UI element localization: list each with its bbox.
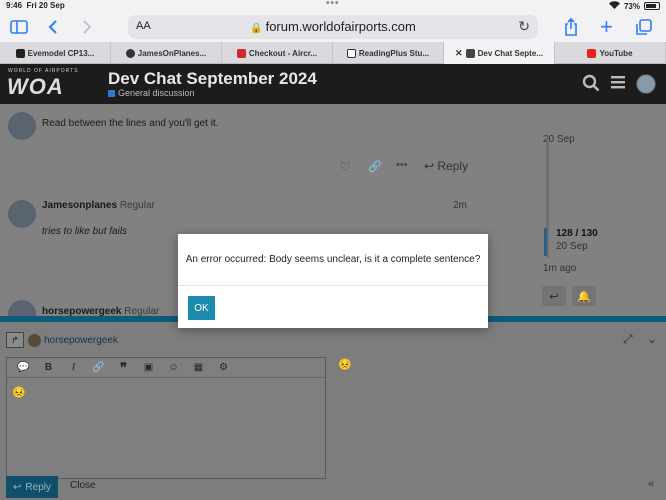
tab-bar: Evemodel CP13... JamesOnPlanes... Checko… [0, 42, 666, 64]
error-dialog: An error occurred: Body seems unclear, i… [178, 234, 488, 328]
new-tab-icon[interactable]: + [600, 14, 613, 39]
avatar[interactable] [8, 200, 36, 228]
reply-action-icon[interactable]: ↱ [6, 332, 24, 348]
site-header: WORLD OF AIRPORTS WOA Dev Chat September… [0, 64, 666, 104]
image-icon[interactable]: ▣ [136, 358, 161, 378]
reply-to-avatar [28, 334, 41, 347]
editor: 💬 B I 🔗 ❞ ▣ ☺ ▦ ⚙ 😣 [6, 357, 326, 479]
link-icon[interactable]: 🔗 [86, 358, 111, 378]
user-avatar[interactable] [636, 74, 656, 94]
timeline-last-activity[interactable]: 1m ago [543, 263, 576, 274]
collapse-preview-icon[interactable]: « [648, 478, 654, 490]
bell-icon: 🔔 [577, 290, 591, 303]
timeline-position: 128 / 130 [556, 228, 598, 239]
emoji-icon[interactable]: ☺ [161, 358, 186, 378]
amazon-icon [15, 48, 25, 58]
battery-icon [644, 2, 660, 10]
multitasking-dots-icon[interactable]: ••• [326, 0, 340, 9]
timeline-reply-button[interactable]: ↩ [542, 286, 566, 306]
post-username[interactable]: Jamesonplanes [42, 200, 117, 211]
site-logo[interactable]: WOA [7, 74, 64, 100]
reply-arrow-icon: ↩ [424, 159, 435, 173]
search-icon[interactable] [582, 74, 600, 97]
quote-icon[interactable]: ❞ [111, 358, 136, 378]
post-body: Read between the lines and you'll get it… [42, 118, 219, 129]
submit-reply-button[interactable]: ↩ Reply [6, 476, 58, 498]
tab-dev-chat[interactable]: ✕ Dev Chat Septe... [444, 42, 555, 64]
speech-bubble-icon[interactable]: 💬 [11, 358, 36, 378]
battery-percent: 73% [623, 1, 640, 11]
topic-title[interactable]: Dev Chat September 2024 [108, 69, 317, 89]
browser-toolbar: AA 🔒 forum.worldofairports.com ↻ + [0, 12, 666, 42]
tab-checkout[interactable]: Checkout - Aircr... [222, 42, 333, 64]
status-date: Fri 20 Sep [26, 1, 65, 10]
tab-youtube[interactable]: YouTube [555, 42, 666, 64]
hamburger-menu-icon[interactable] [610, 74, 626, 95]
calendar-icon[interactable]: ▦ [186, 358, 211, 378]
expand-icon[interactable]: ⤢ [623, 332, 633, 347]
status-time: 9:46 [6, 1, 23, 10]
reply-to-username[interactable]: horsepowergeek [44, 335, 118, 346]
category-color-box [108, 89, 115, 97]
post-reply-button[interactable]: ↩ Reply [424, 159, 468, 173]
tab-evemodel[interactable]: Evemodel CP13... [0, 42, 111, 64]
notifications-bell-button[interactable]: 🔔 [572, 286, 596, 306]
lock-icon: 🔒 [250, 23, 263, 34]
italic-icon[interactable]: I [61, 358, 86, 378]
post-user-role: Regular [119, 200, 155, 211]
address-bar[interactable]: AA 🔒 forum.worldofairports.com ↻ [128, 15, 538, 39]
post-body: tries to like but fails [42, 226, 128, 237]
readingplus-icon [346, 48, 356, 58]
error-message: An error occurred: Body seems unclear, i… [178, 234, 488, 286]
forward-icon[interactable] [82, 16, 92, 38]
chevron-down-icon[interactable]: ⌄ [647, 332, 657, 346]
timeline-handle[interactable] [544, 228, 547, 256]
editor-toolbar: 💬 B I 🔗 ❞ ▣ ☺ ▦ ⚙ [7, 358, 325, 378]
gear-icon[interactable]: ⚙ [211, 358, 236, 378]
tab-close-icon[interactable]: ✕ [455, 48, 463, 59]
reload-icon[interactable]: ↻ [518, 18, 530, 35]
ok-button[interactable]: OK [188, 296, 215, 320]
tab-readingplus[interactable]: ReadingPlus Stu... [333, 42, 444, 64]
link-icon[interactable]: 🔗 [368, 160, 382, 173]
reply-arrow-icon: ↩ [13, 481, 22, 493]
editor-textarea[interactable]: 😣 [12, 386, 26, 399]
preview-content: 😣 [338, 359, 352, 371]
reply-arrow-icon: ↩ [549, 290, 559, 303]
share-icon[interactable] [564, 16, 578, 38]
topic-category[interactable]: General discussion [108, 88, 195, 98]
like-heart-icon[interactable]: ♡ [340, 160, 351, 174]
aircraft-icon [236, 48, 246, 58]
avatar[interactable] [8, 112, 36, 140]
reply-composer: ↱ horsepowergeek ⤢ ⌄ 💬 B I 🔗 ❞ ▣ ☺ ▦ ⚙ 😣… [0, 322, 666, 500]
github-icon [125, 48, 135, 58]
close-composer-button[interactable]: Close [70, 480, 96, 491]
timeline-position-date: 20 Sep [556, 241, 588, 252]
back-icon[interactable] [48, 16, 58, 38]
sidebar-icon[interactable] [10, 16, 28, 38]
tab-jamesonplanes[interactable]: JamesOnPlanes... [111, 42, 222, 64]
woa-icon [465, 48, 475, 58]
status-bar: 9:46 Fri 20 Sep ••• 73% [0, 0, 666, 12]
youtube-icon [587, 48, 597, 58]
wifi-icon [608, 1, 620, 11]
more-options-icon[interactable]: ••• [396, 159, 408, 171]
post-age[interactable]: 2m [453, 200, 467, 211]
bold-icon[interactable]: B [36, 358, 61, 378]
url-text: forum.worldofairports.com [265, 19, 416, 34]
tabs-overview-icon[interactable] [636, 16, 652, 38]
